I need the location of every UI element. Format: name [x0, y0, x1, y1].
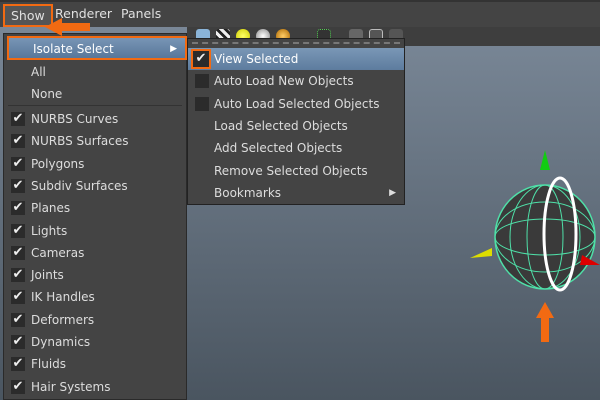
- menu-item-cameras[interactable]: ✔ Cameras: [4, 242, 186, 264]
- submenu-item-bookmarks[interactable]: Bookmarks ▶: [188, 182, 404, 204]
- submenu-item-load-selected-objects[interactable]: Load Selected Objects: [188, 115, 404, 137]
- label: Cameras: [31, 245, 85, 260]
- label: Polygons: [31, 156, 85, 171]
- label: All: [31, 65, 46, 79]
- label: None: [31, 87, 63, 101]
- label: Fluids: [31, 357, 67, 372]
- submenu-arrow-icon: ▶: [389, 187, 396, 198]
- menu-item-ik-handles[interactable]: ✔ IK Handles: [4, 286, 186, 308]
- y-axis-handle-icon: [540, 150, 550, 170]
- label: Deformers: [31, 312, 95, 327]
- checkbox-icon[interactable]: ✔: [11, 379, 25, 394]
- label: Load Selected Objects: [214, 118, 348, 133]
- checkbox-icon[interactable]: [195, 74, 209, 89]
- label: Dynamics: [31, 335, 91, 349]
- label: Bookmarks: [214, 185, 282, 200]
- label: Lights: [31, 223, 68, 238]
- menu-item-nurbs-curves[interactable]: ✔ NURBS Curves: [4, 108, 186, 130]
- checkbox-icon[interactable]: [195, 96, 209, 111]
- submenu-item-add-selected-objects[interactable]: Add Selected Objects: [188, 137, 404, 159]
- submenu-item-auto-load-selected-objects[interactable]: Auto Load Selected Objects: [188, 93, 404, 115]
- menu-item-lights[interactable]: ✔ Lights: [4, 220, 186, 242]
- checkbox-icon[interactable]: ✔: [11, 201, 25, 216]
- checkbox-icon[interactable]: ✔: [11, 357, 25, 372]
- menu-item-joints[interactable]: ✔ Joints: [4, 264, 186, 286]
- tear-off-line[interactable]: [192, 42, 400, 44]
- submenu-item-view-selected[interactable]: ✔ View Selected: [188, 48, 404, 70]
- label: Hair Systems: [31, 379, 111, 394]
- menu-item-isolate-select[interactable]: Isolate Select ▶: [7, 36, 187, 60]
- checkbox-icon[interactable]: ✔: [11, 134, 25, 149]
- show-menu-dropdown: Isolate Select ▶ All None ✔ NURBS Curves ✔ N…: [3, 33, 187, 400]
- checkbox-icon[interactable]: ✔: [11, 268, 25, 283]
- menu-item-deformers[interactable]: ✔ Deformers: [4, 309, 186, 331]
- checkbox-icon[interactable]: ✔: [11, 156, 25, 171]
- label: NURBS Curves: [31, 112, 119, 126]
- submenu-item-auto-load-new-objects[interactable]: Auto Load New Objects: [188, 70, 404, 92]
- menu-item-none[interactable]: None: [4, 83, 186, 105]
- menu-item-dynamics[interactable]: ✔ Dynamics: [4, 331, 186, 353]
- annotation-arrow-up-icon: [536, 302, 554, 342]
- label: IK Handles: [31, 290, 95, 305]
- label: Add Selected Objects: [214, 141, 343, 156]
- menu-item-polygons[interactable]: ✔ Polygons: [4, 153, 186, 175]
- menu-item-subdiv-surfaces[interactable]: ✔ Subdiv Surfaces: [4, 175, 186, 197]
- menu-item-planes[interactable]: ✔ Planes: [4, 197, 186, 219]
- annotation-arrow-left-icon: [45, 18, 90, 36]
- submenu-item-remove-selected-objects[interactable]: Remove Selected Objects: [188, 160, 404, 182]
- sphere-wireframe-icon: [494, 176, 596, 292]
- checkbox-icon[interactable]: ✔: [11, 223, 25, 238]
- menu-item-fluids[interactable]: ✔ Fluids: [4, 353, 186, 375]
- checkbox-icon[interactable]: ✔: [11, 245, 25, 260]
- label: Auto Load Selected Objects: [214, 96, 380, 111]
- checkbox-icon[interactable]: ✔: [11, 290, 25, 305]
- checkbox-icon[interactable]: ✔: [11, 335, 25, 349]
- label: View Selected: [214, 52, 299, 66]
- label: Subdiv Surfaces: [31, 178, 128, 193]
- checkbox-icon[interactable]: ✔: [11, 112, 25, 126]
- label: Remove Selected Objects: [214, 163, 368, 178]
- label: Auto Load New Objects: [214, 74, 354, 89]
- checkbox-icon[interactable]: ✔: [191, 49, 211, 69]
- label: NURBS Surfaces: [31, 134, 129, 149]
- menu-item-all[interactable]: All: [4, 61, 186, 83]
- divider: [8, 105, 182, 106]
- checkbox-icon[interactable]: ✔: [11, 312, 25, 327]
- label: Isolate Select: [33, 42, 114, 56]
- isolate-select-submenu: ✔ View Selected Auto Load New Objects Auto …: [187, 38, 405, 205]
- z-axis-handle-icon: [470, 248, 492, 258]
- label: Joints: [31, 268, 64, 283]
- checkbox-icon[interactable]: ✔: [11, 178, 25, 193]
- submenu-arrow-icon: ▶: [170, 44, 177, 54]
- menu-item-hair-systems[interactable]: ✔ Hair Systems: [4, 376, 186, 398]
- menu-item-nurbs-surfaces[interactable]: ✔ NURBS Surfaces: [4, 130, 186, 152]
- label: Planes: [31, 201, 71, 216]
